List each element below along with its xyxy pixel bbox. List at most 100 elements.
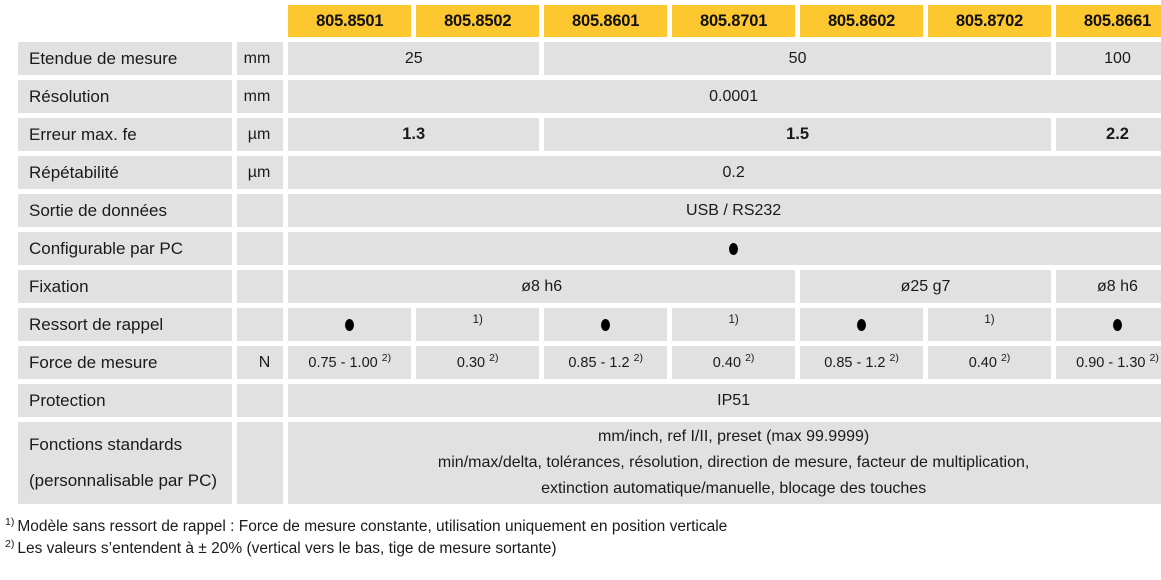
row-label: Protection: [18, 384, 233, 417]
filled-dot-icon: [345, 318, 355, 331]
value-cell: 2.2: [1055, 118, 1161, 151]
row-unit: [237, 384, 284, 417]
value-text: 100: [1104, 49, 1131, 67]
row-label: Force de mesure: [18, 346, 233, 379]
row-label: Sortie de données: [18, 194, 233, 227]
feature-dot-cell: [288, 308, 412, 341]
value-cell: 0.85 - 1.2 2): [800, 346, 924, 379]
value-text: 0.85 - 1.2: [824, 354, 886, 371]
filled-dot-icon: [857, 318, 867, 331]
model-header-805.8661: 805.8661: [1055, 5, 1161, 37]
table-row: Ressort de rappel 1) 1) 1): [18, 308, 1161, 341]
footnote-marker-cell: 1): [928, 308, 1051, 341]
value-text: IP51: [717, 391, 751, 409]
value-text: 1.5: [786, 125, 810, 143]
feature-dot-cell: [1055, 308, 1161, 341]
value-cell: 25: [288, 42, 540, 75]
table-row: Configurable par PC: [18, 232, 1161, 265]
table-row: Erreur max. fe µm 1.3 1.5 2.2: [18, 118, 1161, 151]
footnote-row: 1) Modèle sans ressort de rappel : Force …: [5, 516, 1161, 538]
model-header-805.8601: 805.8601: [544, 5, 668, 37]
row-unit: [237, 232, 284, 265]
row-unit: µm: [237, 156, 284, 189]
footnote-marker: 1): [728, 313, 739, 326]
specification-sheet: 805.8501 805.8502 805.8601 805.8701 805.8602…: [0, 0, 1161, 580]
value-cell: 0.40 2): [928, 346, 1051, 379]
value-text: ø8 h6: [1097, 277, 1138, 295]
standard-functions-value: mm/inch, ref I/II, preset (max 99.9999) m…: [288, 422, 1161, 504]
value-cell: 0.85 - 1.2 2): [544, 346, 668, 379]
standard-functions-line: extinction automatique/manuelle, blocage…: [541, 480, 927, 497]
model-header-805.8501: 805.8501: [288, 5, 412, 37]
value-text: 50: [788, 49, 807, 67]
value-footnote-marker: 2): [489, 351, 499, 364]
row-unit: [237, 308, 284, 341]
value-cell: 0.0001: [288, 80, 1161, 113]
standard-functions-label-line1: Fonctions standards: [29, 435, 183, 454]
value-text: 0.2: [722, 163, 745, 181]
value-cell: ø25 g7: [800, 270, 1051, 303]
value-cell: 100: [1055, 42, 1161, 75]
feature-dot-cell: [800, 308, 924, 341]
value-cell: 0.90 - 1.30 2): [1055, 346, 1161, 379]
standard-functions-label: Fonctions standards (personnalisable par …: [18, 422, 233, 504]
row-unit: [237, 270, 284, 303]
value-text: 0.0001: [709, 87, 759, 105]
value-footnote-marker: 2): [381, 351, 392, 364]
row-label: Erreur max. fe: [18, 118, 233, 151]
row-unit: N: [237, 346, 284, 379]
footnotes-block: 1) Modèle sans ressort de rappel : Force …: [5, 516, 1161, 560]
feature-dot-cell: [544, 308, 668, 341]
table-body: Etendue de mesure mm 25 50 100 Résolution mm 0.…: [18, 42, 1161, 504]
filled-dot-icon: [729, 242, 739, 255]
filled-dot-icon: [1112, 318, 1122, 331]
value-cell: USB / RS232: [288, 194, 1161, 227]
row-label: Fixation: [18, 270, 233, 303]
row-label: Etendue de mesure: [18, 42, 233, 75]
value-text: 1.3: [402, 125, 426, 143]
filled-dot-icon: [601, 318, 611, 331]
table-row: Répétabilité µm 0.2: [18, 156, 1161, 189]
model-header-805.8701: 805.8701: [672, 5, 796, 37]
value-text: 25: [404, 49, 423, 67]
table-header: 805.8501 805.8502 805.8601 805.8701 805.8602…: [18, 5, 1161, 37]
footnote-text: Les valeurs s’entendent à ± 20% (vertica…: [17, 540, 557, 557]
model-header-805.8502: 805.8502: [416, 5, 540, 37]
table-row: Résolution mm 0.0001: [18, 80, 1161, 113]
table-row: Etendue de mesure mm 25 50 100: [18, 42, 1161, 75]
value-text: USB / RS232: [686, 201, 782, 219]
value-cell: 50: [544, 42, 1051, 75]
row-label: Ressort de rappel: [18, 308, 233, 341]
footnote-text: Modèle sans ressort de rappel : Force de…: [17, 518, 728, 535]
model-header-805.8702: 805.8702: [928, 5, 1051, 37]
table-row: Sortie de données USB / RS232: [18, 194, 1161, 227]
table-row: Force de mesure N 0.75 - 1.00 2) 0.30 2) 0.8…: [18, 346, 1161, 379]
row-label: Configurable par PC: [18, 232, 233, 265]
row-unit: mm: [237, 80, 284, 113]
footnote-marker: 1): [984, 313, 995, 326]
value-cell: IP51: [288, 384, 1161, 417]
value-footnote-marker: 2): [745, 351, 755, 364]
table-row: Fixation ø8 h6 ø25 g7 ø8 h6: [18, 270, 1161, 303]
value-text: 2.2: [1106, 125, 1129, 143]
standard-functions-line: mm/inch, ref I/II, preset (max 99.9999): [598, 428, 870, 445]
footnote-marker: 2): [5, 537, 15, 550]
footnote-marker-cell: 1): [672, 308, 796, 341]
model-header-row: 805.8501 805.8502 805.8601 805.8701 805.8602…: [18, 5, 1161, 37]
row-label: Résolution: [18, 80, 233, 113]
footnote-marker: 1): [5, 515, 15, 528]
standard-functions-row: Fonctions standards (personnalisable par …: [18, 422, 1161, 504]
value-cell: ø8 h6: [1055, 270, 1161, 303]
specification-table: 805.8501 805.8502 805.8601 805.8701 805.8602…: [13, 0, 1161, 509]
standard-functions-label-line2: (personnalisable par PC): [29, 471, 218, 490]
value-text: 0.90 - 1.30: [1076, 354, 1146, 371]
value-text: 0.75 - 1.00: [308, 354, 378, 371]
value-text: ø8 h6: [521, 277, 563, 295]
value-text: 0.30: [456, 354, 486, 371]
value-footnote-marker: 2): [633, 351, 643, 364]
row-unit: mm: [237, 42, 284, 75]
table-row: Protection IP51: [18, 384, 1161, 417]
row-unit: µm: [237, 118, 284, 151]
value-cell: 1.5: [544, 118, 1051, 151]
footnote-marker-cell: 1): [416, 308, 540, 341]
